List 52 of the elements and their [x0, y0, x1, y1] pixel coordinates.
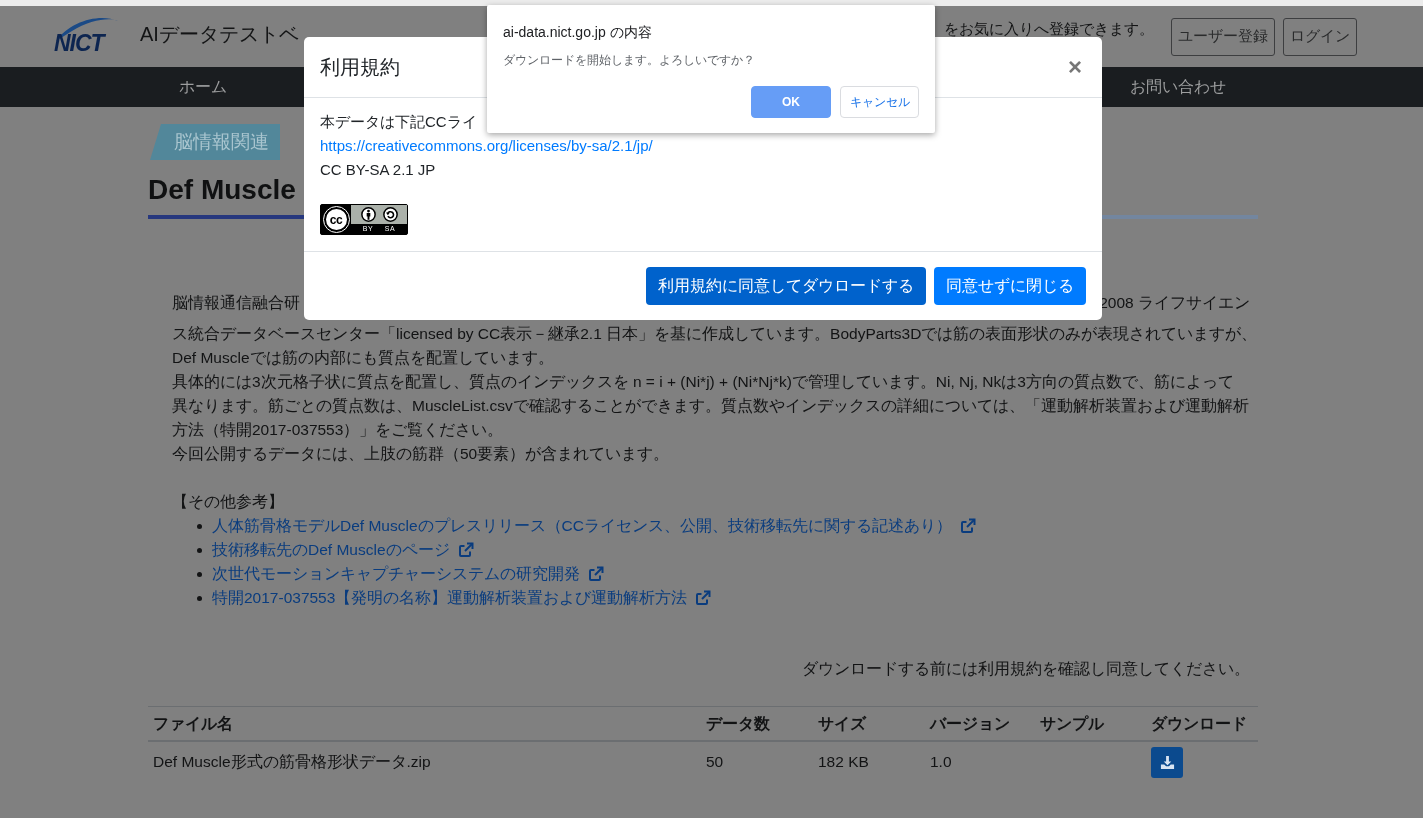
bullet-icon: [197, 571, 202, 577]
reference-link[interactable]: 技術移転先のDef Muscleのページ: [212, 538, 474, 562]
description-paragraph: ス統合データベースセンター「licensed by CC表示－継承2.1 日本」を基に作成しています。BodyParts3Dでは筋の表面形状のみが表現されていますが、 Def Muscleでは筋の内部にも質点を配置しています。: [172, 324, 1250, 368]
reference-link[interactable]: 特開2017-037553【発明の名称】運動解析装置および運動解析方法: [212, 586, 712, 610]
table-cell: 1.0: [925, 741, 1035, 782]
column-header: バージョン: [925, 706, 1035, 741]
nav-link[interactable]: お問い合わせ: [1123, 76, 1233, 98]
category-tag: 脳情報関連: [150, 124, 280, 160]
dialog-ok-button[interactable]: OK: [751, 86, 831, 118]
dialog-cancel-button[interactable]: キャンセル: [840, 86, 919, 118]
bullet-icon: [197, 523, 202, 529]
header-button[interactable]: ユーザー登録: [1171, 17, 1275, 56]
dialog-button[interactable]: 利用規約に同意してダウロードする: [646, 267, 926, 305]
column-header: サイズ: [813, 706, 925, 741]
bullet-icon: [197, 547, 202, 553]
download-icon: [1159, 754, 1175, 770]
close-button[interactable]: ×: [1064, 55, 1086, 79]
person-icon: [360, 207, 376, 222]
table-cell: 50: [701, 741, 813, 782]
dialog-button[interactable]: 同意せずに閉じる: [934, 267, 1086, 305]
external-link-icon: [695, 590, 712, 606]
confirm-message: ダウンロードを開始します。よろしいですか？: [503, 53, 756, 68]
description-paragraph: 今回公開するデータには、上肢の筋群（50要素）が含まれています。: [172, 444, 671, 464]
description-text: 脳情報通信融合研: [172, 293, 300, 313]
references-heading: 【その他参考】: [172, 492, 285, 512]
description-paragraph: 具体的には3次元格子状に質点を配置し、質点のインデックスを n = i + (Ni*j) + (Ni*Nj*k)で管理しています。Ni, Nj, Nkは3方向の質点数で、筋によって 異なります。筋ごとの質点数は、MuscleList.csvで確認することができます。質点数やインデックスの詳細については、「運動解析装置および運動解析 方法（特開2017-037553）」をご覧ください。: [172, 372, 1250, 440]
license-name: CC BY-SA 2.1 JP: [320, 160, 437, 180]
header-button[interactable]: ログイン: [1283, 17, 1357, 56]
cc-mark: cc: [323, 207, 349, 232]
column-header: サンプル: [1035, 706, 1146, 741]
download-notice: ダウンロードする前には利用規約を確認し同意してください。: [801, 659, 1250, 679]
external-link-icon: [959, 518, 976, 534]
column-header: ダウンロード: [1146, 706, 1258, 741]
external-link-icon: [588, 566, 604, 582]
nav-link[interactable]: ホーム: [148, 76, 258, 98]
site-logo[interactable]: NICT: [50, 14, 122, 59]
reference-link[interactable]: 次世代モーションキャプチャーシステムの研究開発: [212, 562, 604, 586]
site-title: AIデータテストベ: [140, 22, 299, 45]
reference-link[interactable]: 人体筋骨格モデルDef Muscleのプレスリリース（CCライセンス、公開、技術移転先に関する記述あり）: [212, 514, 976, 538]
download-button[interactable]: [1151, 746, 1183, 778]
column-header: データ数: [701, 706, 813, 741]
external-link-icon: [457, 542, 474, 558]
confirm-title: ai-data.nict.go.jp の内容: [503, 23, 653, 41]
table-cell: 182 KB: [813, 741, 925, 782]
description-text: 2008 ライフサイエン: [1099, 293, 1250, 313]
table-cell: Def Muscle形式の筋骨格形状データ.zip: [148, 741, 701, 782]
dialog-title: 利用規約: [320, 54, 400, 80]
bullet-icon: [197, 595, 202, 601]
header-notice-text: をお気に入りへ登録できます。: [944, 21, 1154, 36]
license-link[interactable]: https://creativecommons.org/licenses/by-sa/2.1/jp/: [320, 137, 653, 154]
column-header: ファイル名: [148, 706, 701, 741]
dialog-text: 本データは下記CCライ: [320, 112, 478, 132]
